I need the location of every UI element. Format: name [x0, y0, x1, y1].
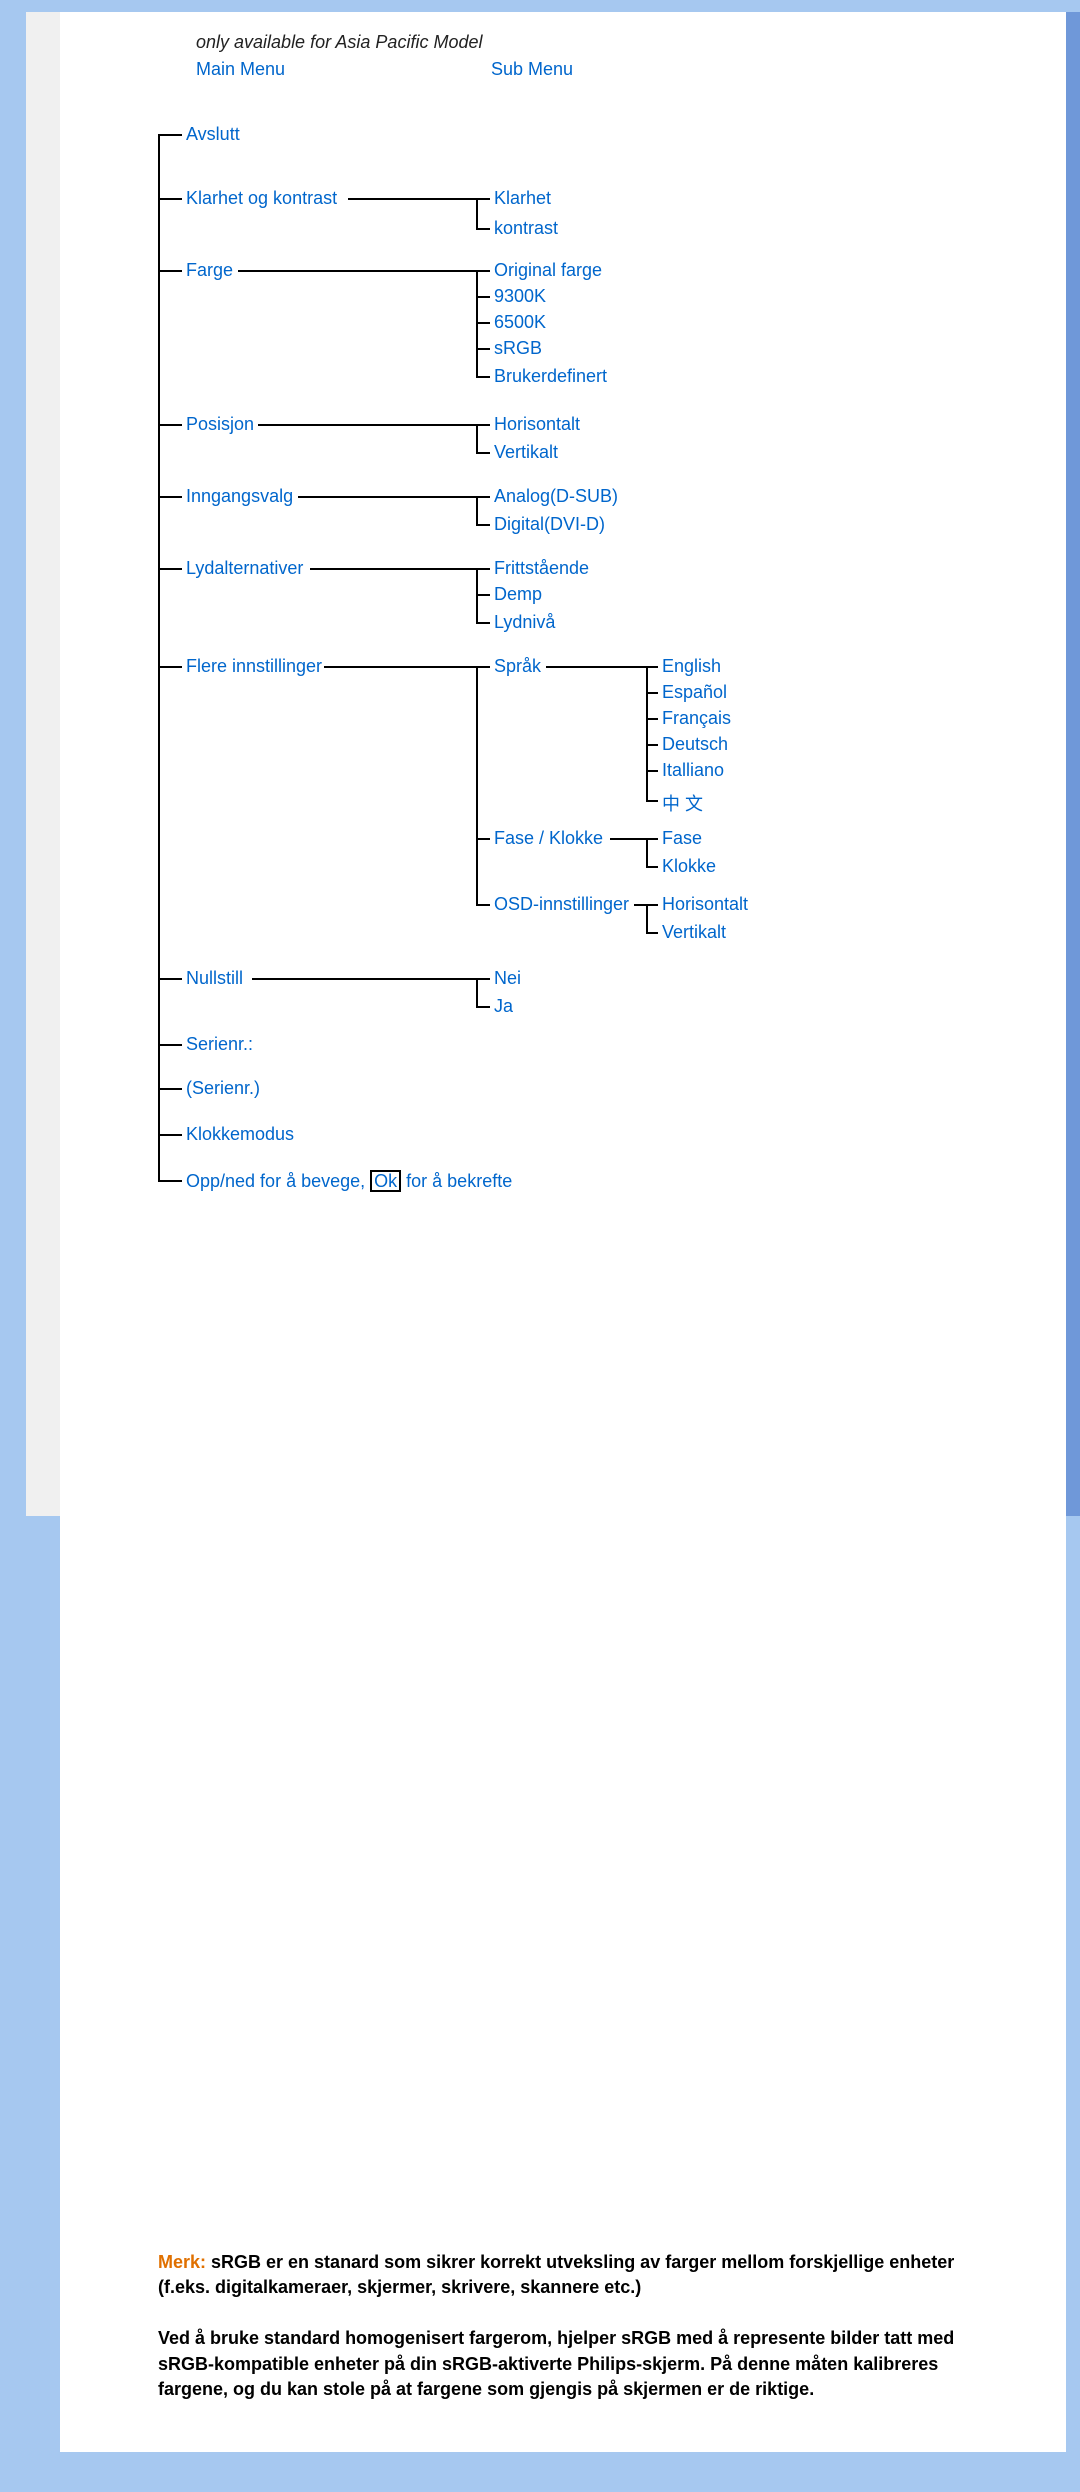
menu-nullstill: Nullstill — [186, 968, 243, 989]
merk-paragraph: Merk: sRGB er en stanard som sikrer korr… — [158, 2250, 1000, 2300]
asia-pacific-note: only available for Asia Pacific Model — [196, 32, 1040, 53]
menu-serienr: Serienr.: — [186, 1034, 253, 1055]
lang-espanol: Español — [662, 682, 727, 703]
submenu-frittstaende: Frittstående — [494, 558, 589, 579]
hint-post: for å bekrefte — [401, 1171, 512, 1191]
merk-body: sRGB er en stanard som sikrer korrekt ut… — [158, 2252, 954, 2297]
submenu-kontrast: kontrast — [494, 218, 558, 239]
osd-vertikalt: Vertikalt — [662, 922, 726, 943]
submenu-9300k: 9300K — [494, 286, 546, 307]
submenu-srgb: sRGB — [494, 338, 542, 359]
hint-pre: Opp/ned for å bevege, — [186, 1171, 370, 1191]
menu-serienr-paren: (Serienr.) — [186, 1078, 260, 1099]
hint-ok-box: Ok — [370, 1170, 401, 1192]
sub-fase: Fase — [662, 828, 702, 849]
right-gutter — [1066, 12, 1080, 1516]
document-body: only available for Asia Pacific Model Ma… — [60, 12, 1066, 2452]
submenu-osd-innstillinger: OSD-innstillinger — [494, 894, 629, 915]
lang-francais: Français — [662, 708, 731, 729]
menu-klarhet-og-kontrast: Klarhet og kontrast — [186, 188, 337, 209]
tree-trunk — [158, 134, 160, 1180]
sub-menu-header: Sub Menu — [491, 59, 573, 80]
submenu-pos-horisontalt: Horisontalt — [494, 414, 580, 435]
submenu-demp: Demp — [494, 584, 542, 605]
menu-farge: Farge — [186, 260, 233, 281]
submenu-original-farge: Original farge — [494, 260, 602, 281]
menu-flere-innstillinger: Flere innstillinger — [186, 656, 322, 677]
merk-label: Merk: — [158, 2252, 206, 2272]
lang-italliano: Italliano — [662, 760, 724, 781]
menu-tree: Avslutt Klarhet og kontrast Klarhet kont… — [158, 90, 1040, 1150]
menu-hint: Opp/ned for å bevege, Ok for å bekrefte — [186, 1170, 512, 1192]
submenu-6500k: 6500K — [494, 312, 546, 333]
lang-chinese: 中 文 — [662, 790, 703, 816]
submenu-ja: Ja — [494, 996, 513, 1017]
sub-klokke: Klokke — [662, 856, 716, 877]
submenu-sprak: Språk — [494, 656, 541, 677]
menu-lydalternativer: Lydalternativer — [186, 558, 303, 579]
submenu-fase-klokke: Fase / Klokke — [494, 828, 603, 849]
menu-posisjon: Posisjon — [186, 414, 254, 435]
menu-inngangsvalg: Inngangsvalg — [186, 486, 293, 507]
osd-horisontalt: Horisontalt — [662, 894, 748, 915]
submenu-lydniva: Lydnivå — [494, 612, 555, 633]
menu-avslutt: Avslutt — [186, 124, 240, 145]
submenu-klarhet: Klarhet — [494, 188, 551, 209]
submenu-digital: Digital(DVI-D) — [494, 514, 605, 535]
main-menu-header: Main Menu — [196, 59, 486, 80]
submenu-pos-vertikalt: Vertikalt — [494, 442, 558, 463]
menu-klokkemodus: Klokkemodus — [186, 1124, 294, 1145]
submenu-analog: Analog(D-SUB) — [494, 486, 618, 507]
lang-deutsch: Deutsch — [662, 734, 728, 755]
submenu-nei: Nei — [494, 968, 521, 989]
submenu-brukerdefinert: Brukerdefinert — [494, 366, 607, 387]
lang-english: English — [662, 656, 721, 677]
srgb-paragraph: Ved å bruke standard homogenisert farger… — [158, 2326, 1000, 2402]
left-gutter — [26, 12, 60, 1516]
